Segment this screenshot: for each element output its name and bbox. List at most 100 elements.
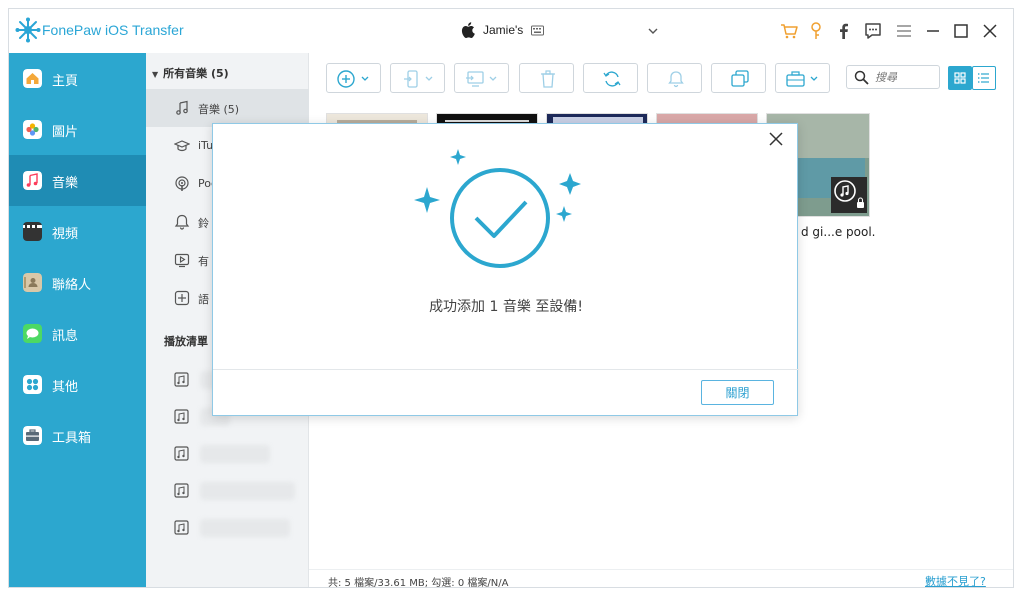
voice-memo-icon (174, 290, 190, 306)
list-icon (978, 73, 989, 83)
search-input[interactable] (875, 69, 935, 85)
all-music-label: 所有音樂 (5) (163, 67, 229, 80)
playlist-icon (174, 372, 189, 387)
sidebar-label: 工具箱 (52, 431, 92, 446)
grid-icon (954, 72, 966, 84)
status-text: 共: 5 檔案/33.61 MB; 勾選: 0 檔案/N/A (328, 578, 509, 588)
add-icon (337, 70, 369, 88)
apple-icon (461, 22, 475, 38)
sidebar-item-messages[interactable]: 訊息 (9, 308, 146, 359)
toolbox-icon (23, 426, 42, 445)
audiobook-icon (174, 253, 190, 268)
home-icon (23, 69, 42, 88)
device-selector[interactable]: Jamie's (461, 21, 661, 43)
sidebar-item-video[interactable]: 視頻 (9, 206, 146, 257)
close-button[interactable]: 關閉 (701, 380, 774, 405)
playlist-item[interactable] (146, 435, 309, 472)
music-badge-icon (831, 177, 867, 213)
keyboard-icon (531, 25, 544, 36)
maximize-icon[interactable] (951, 21, 971, 41)
playlist-icon (174, 409, 189, 424)
contacts-icon (23, 273, 42, 292)
feedback-icon[interactable] (863, 21, 883, 41)
success-check-icon (414, 149, 581, 268)
key-icon[interactable] (806, 21, 826, 41)
toolbar (309, 63, 1013, 97)
sidebar-item-music[interactable]: 音樂 (9, 155, 146, 206)
video-icon (23, 222, 42, 241)
sidebar-label: 訊息 (52, 329, 79, 344)
sidebar-item-contacts[interactable]: 聯絡人 (9, 257, 146, 308)
sidebar: 主頁 圖片 音樂 視頻 聯絡人 訊息 其他 工具箱 (9, 53, 146, 587)
podcast-icon (175, 176, 189, 191)
make-ringtone-button[interactable] (647, 63, 702, 93)
sidebar-label: 聯絡人 (52, 278, 92, 293)
ringtone-icon (174, 214, 190, 230)
other-icon (23, 375, 42, 394)
copy-icon (731, 70, 749, 87)
convert-button[interactable] (583, 63, 638, 93)
sidebar-label: 視頻 (52, 227, 79, 242)
delete-button[interactable] (519, 63, 574, 93)
sidebar-item-toolbox[interactable]: 工具箱 (9, 410, 146, 461)
sidebar-label: 音樂 (52, 176, 79, 191)
list-view-button[interactable] (972, 66, 996, 90)
playlist-item[interactable] (146, 472, 309, 509)
search-box[interactable] (846, 65, 940, 89)
cart-icon[interactable] (779, 21, 799, 41)
sidebar-label: 主頁 (52, 74, 79, 89)
playlist-name-redacted (200, 519, 290, 537)
deduplicate-button[interactable] (711, 63, 766, 93)
music-icon (23, 171, 42, 190)
app-title: FonePaw iOS Transfer (42, 22, 184, 38)
playlist-icon (174, 483, 189, 498)
sub-item-label: 有 (198, 255, 209, 268)
all-music-header[interactable]: ▼ 所有音樂 (5) (152, 65, 229, 81)
refresh-icon (603, 71, 621, 87)
playlist-name-redacted (200, 482, 295, 500)
music-note-icon (176, 100, 188, 115)
close-icon[interactable] (768, 131, 784, 147)
sub-item-music[interactable]: 音樂 (5) (146, 89, 309, 127)
export-to-device-button[interactable] (390, 63, 445, 93)
phone-export-icon (404, 70, 433, 88)
briefcase-icon (786, 71, 818, 87)
search-icon (854, 70, 869, 85)
messages-icon (23, 324, 42, 343)
sidebar-item-photos[interactable]: 圖片 (9, 104, 146, 155)
grid-view-button[interactable] (948, 66, 972, 90)
sub-item-label: 語 (198, 293, 209, 306)
sub-item-label: 鈴 (198, 217, 209, 230)
fonepaw-logo-icon (15, 17, 41, 43)
sidebar-item-home[interactable]: 主頁 (9, 53, 146, 104)
title-bar: FonePaw iOS Transfer Jamie's (9, 9, 1013, 53)
caret-down-icon: ▼ (152, 70, 159, 79)
dialog-divider (213, 369, 799, 370)
sub-item-label: iTu (198, 139, 214, 152)
data-missing-link[interactable]: 數據不見了? (925, 573, 986, 587)
close-window-icon[interactable] (980, 21, 1000, 41)
facebook-icon[interactable] (834, 21, 854, 41)
playlist-icon (174, 446, 189, 461)
status-bar: 共: 5 檔案/33.61 MB; 勾選: 0 檔案/N/A 數據不見了? (309, 569, 1013, 588)
playlist-icon (174, 520, 189, 535)
playlist-item[interactable] (146, 509, 309, 546)
export-to-pc-button[interactable] (454, 63, 509, 93)
toolbox-menu-button[interactable] (775, 63, 830, 93)
chevron-down-icon[interactable] (647, 25, 659, 37)
minimize-icon[interactable] (923, 21, 943, 41)
itunes-u-icon (174, 140, 190, 152)
sidebar-item-other[interactable]: 其他 (9, 359, 146, 410)
album-caption: d gi...e pool. (801, 225, 876, 239)
trash-icon (541, 70, 555, 88)
add-button[interactable] (326, 63, 381, 93)
device-name: Jamie's (483, 23, 524, 37)
success-message: 成功添加 1 音樂 至設備! (429, 299, 583, 315)
bell-icon (668, 71, 684, 88)
playlist-name-redacted (200, 445, 270, 463)
sub-item-label: 音樂 (5) (198, 103, 240, 116)
pc-export-icon (466, 71, 497, 87)
sidebar-label: 其他 (52, 380, 79, 395)
menu-icon[interactable] (894, 21, 914, 41)
photos-icon (23, 120, 42, 139)
